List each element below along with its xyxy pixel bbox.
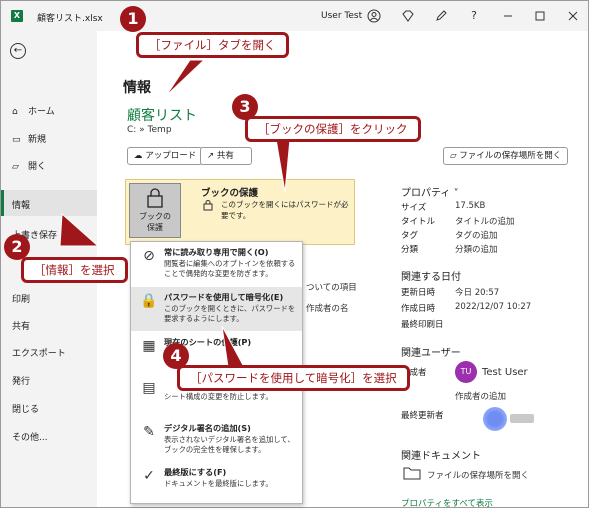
callout-step-4: ［パスワードを使用して暗号化］を選択 (177, 365, 410, 391)
callout-step-3: ［ブックの保護］をクリック (245, 116, 421, 142)
step-badge-3: 3 (232, 94, 258, 120)
callout-arrows (59, 59, 291, 368)
step-badge-4: 4 (163, 343, 189, 369)
callout-step-1: ［ファイル］タブを開く (136, 32, 289, 58)
step-badge-2: 2 (4, 234, 30, 260)
callout-step-2: ［情報］を選択 (21, 257, 128, 283)
step-badge-1: 1 (120, 6, 146, 32)
